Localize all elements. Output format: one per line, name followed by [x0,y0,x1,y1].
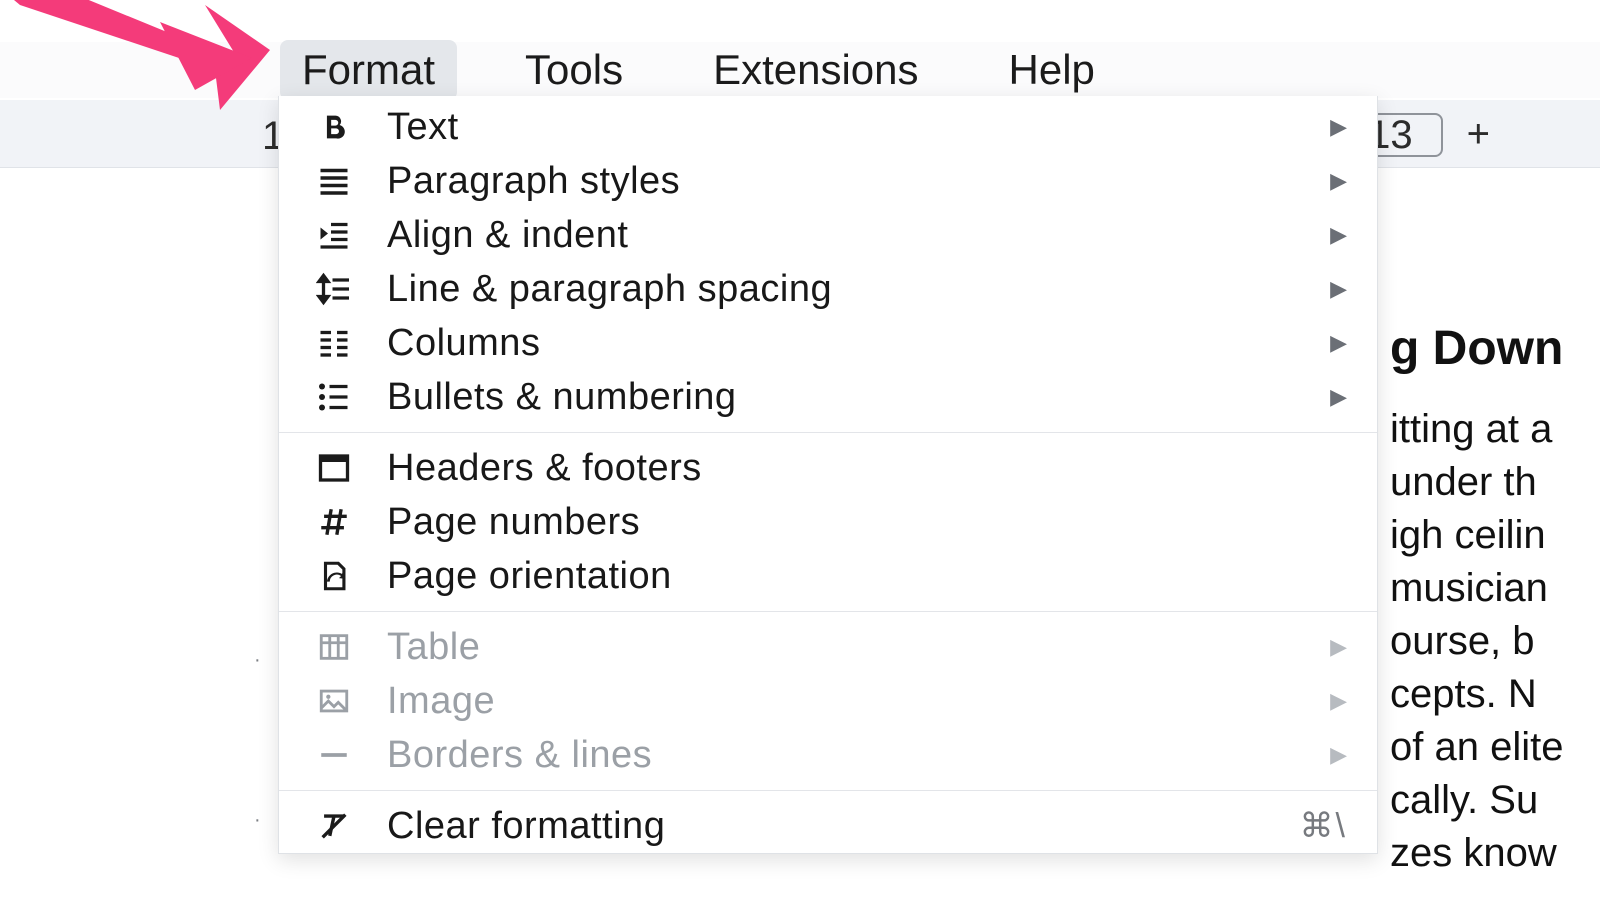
keyboard-shortcut: ⌘\ [1300,806,1347,846]
menu-tools[interactable]: Tools [503,40,645,100]
doc-line: of an elite [1390,721,1600,774]
paragraph-lines-icon [311,158,357,204]
headers-footers-icon [311,445,357,491]
menu-item-paragraph-styles[interactable]: Paragraph styles ▶ [279,154,1377,208]
menu-item-label: Paragraph styles [387,160,1330,203]
doc-line: itting at a [1390,403,1600,456]
chevron-right-icon: ▶ [1330,688,1347,714]
hash-icon [311,499,357,545]
menu-separator [279,432,1377,433]
doc-line: ourse, b [1390,615,1600,668]
chevron-right-icon: ▶ [1330,330,1347,356]
menu-item-line-spacing[interactable]: Line & paragraph spacing ▶ [279,262,1377,316]
chevron-right-icon: ▶ [1330,168,1347,194]
menu-extensions[interactable]: Extensions [691,40,940,100]
chevron-right-icon: ▶ [1330,222,1347,248]
image-icon [311,678,357,724]
menu-format[interactable]: Format [280,40,457,100]
font-size-increase[interactable]: + [1467,112,1490,157]
menu-item-columns[interactable]: Columns ▶ [279,316,1377,370]
menu-separator [279,611,1377,612]
doc-line: under th [1390,456,1600,509]
menu-item-label: Line & paragraph spacing [387,268,1330,311]
menu-item-label: Align & indent [387,214,1330,257]
columns-icon [311,320,357,366]
horizontal-line-icon [311,732,357,778]
chevron-right-icon: ▶ [1330,742,1347,768]
format-dropdown: Text ▶ Paragraph styles ▶ Align & indent… [278,96,1378,854]
ruler-marks: ·· [254,580,261,900]
line-spacing-icon [311,266,357,312]
doc-line: musician [1390,562,1600,615]
menu-item-bullets-numbering[interactable]: Bullets & numbering ▶ [279,370,1377,424]
indent-icon [311,212,357,258]
chevron-right-icon: ▶ [1330,634,1347,660]
menu-item-label: Clear formatting [387,805,1300,848]
menu-separator [279,790,1377,791]
menu-item-label: Headers & footers [387,447,1347,490]
doc-line: cepts. N [1390,668,1600,721]
document-title-fragment: g Down [1390,322,1600,375]
menu-item-label: Page numbers [387,501,1347,544]
document-body: g Down itting at a under th igh ceilin m… [1390,322,1600,880]
menu-item-headers-footers[interactable]: Headers & footers [279,441,1377,495]
menu-item-label: Text [387,106,1330,149]
menu-item-image: Image ▶ [279,674,1377,728]
doc-line: igh ceilin [1390,509,1600,562]
clear-formatting-icon [311,803,357,849]
menu-item-label: Image [387,680,1330,723]
menu-item-page-numbers[interactable]: Page numbers [279,495,1377,549]
menu-item-text[interactable]: Text ▶ [279,100,1377,154]
menu-item-label: Table [387,626,1330,669]
bullets-icon [311,374,357,420]
menubar: Format Tools Extensions Help [0,42,1600,98]
menu-item-label: Bullets & numbering [387,376,1330,419]
menu-item-align-indent[interactable]: Align & indent ▶ [279,208,1377,262]
doc-line: cally. Su [1390,774,1600,827]
chevron-right-icon: ▶ [1330,114,1347,140]
page-orientation-icon [311,553,357,599]
chevron-right-icon: ▶ [1330,384,1347,410]
menu-help[interactable]: Help [987,40,1117,100]
menu-item-borders-lines: Borders & lines ▶ [279,728,1377,782]
chevron-right-icon: ▶ [1330,276,1347,302]
menu-item-page-orientation[interactable]: Page orientation [279,549,1377,603]
menu-item-clear-formatting[interactable]: Clear formatting ⌘\ [279,799,1377,853]
doc-line: zes know [1390,827,1600,880]
bold-icon [311,104,357,150]
menu-item-label: Page orientation [387,555,1347,598]
table-icon [311,624,357,670]
menu-item-table: Table ▶ [279,620,1377,674]
menu-item-label: Borders & lines [387,734,1330,777]
menu-item-label: Columns [387,322,1330,365]
